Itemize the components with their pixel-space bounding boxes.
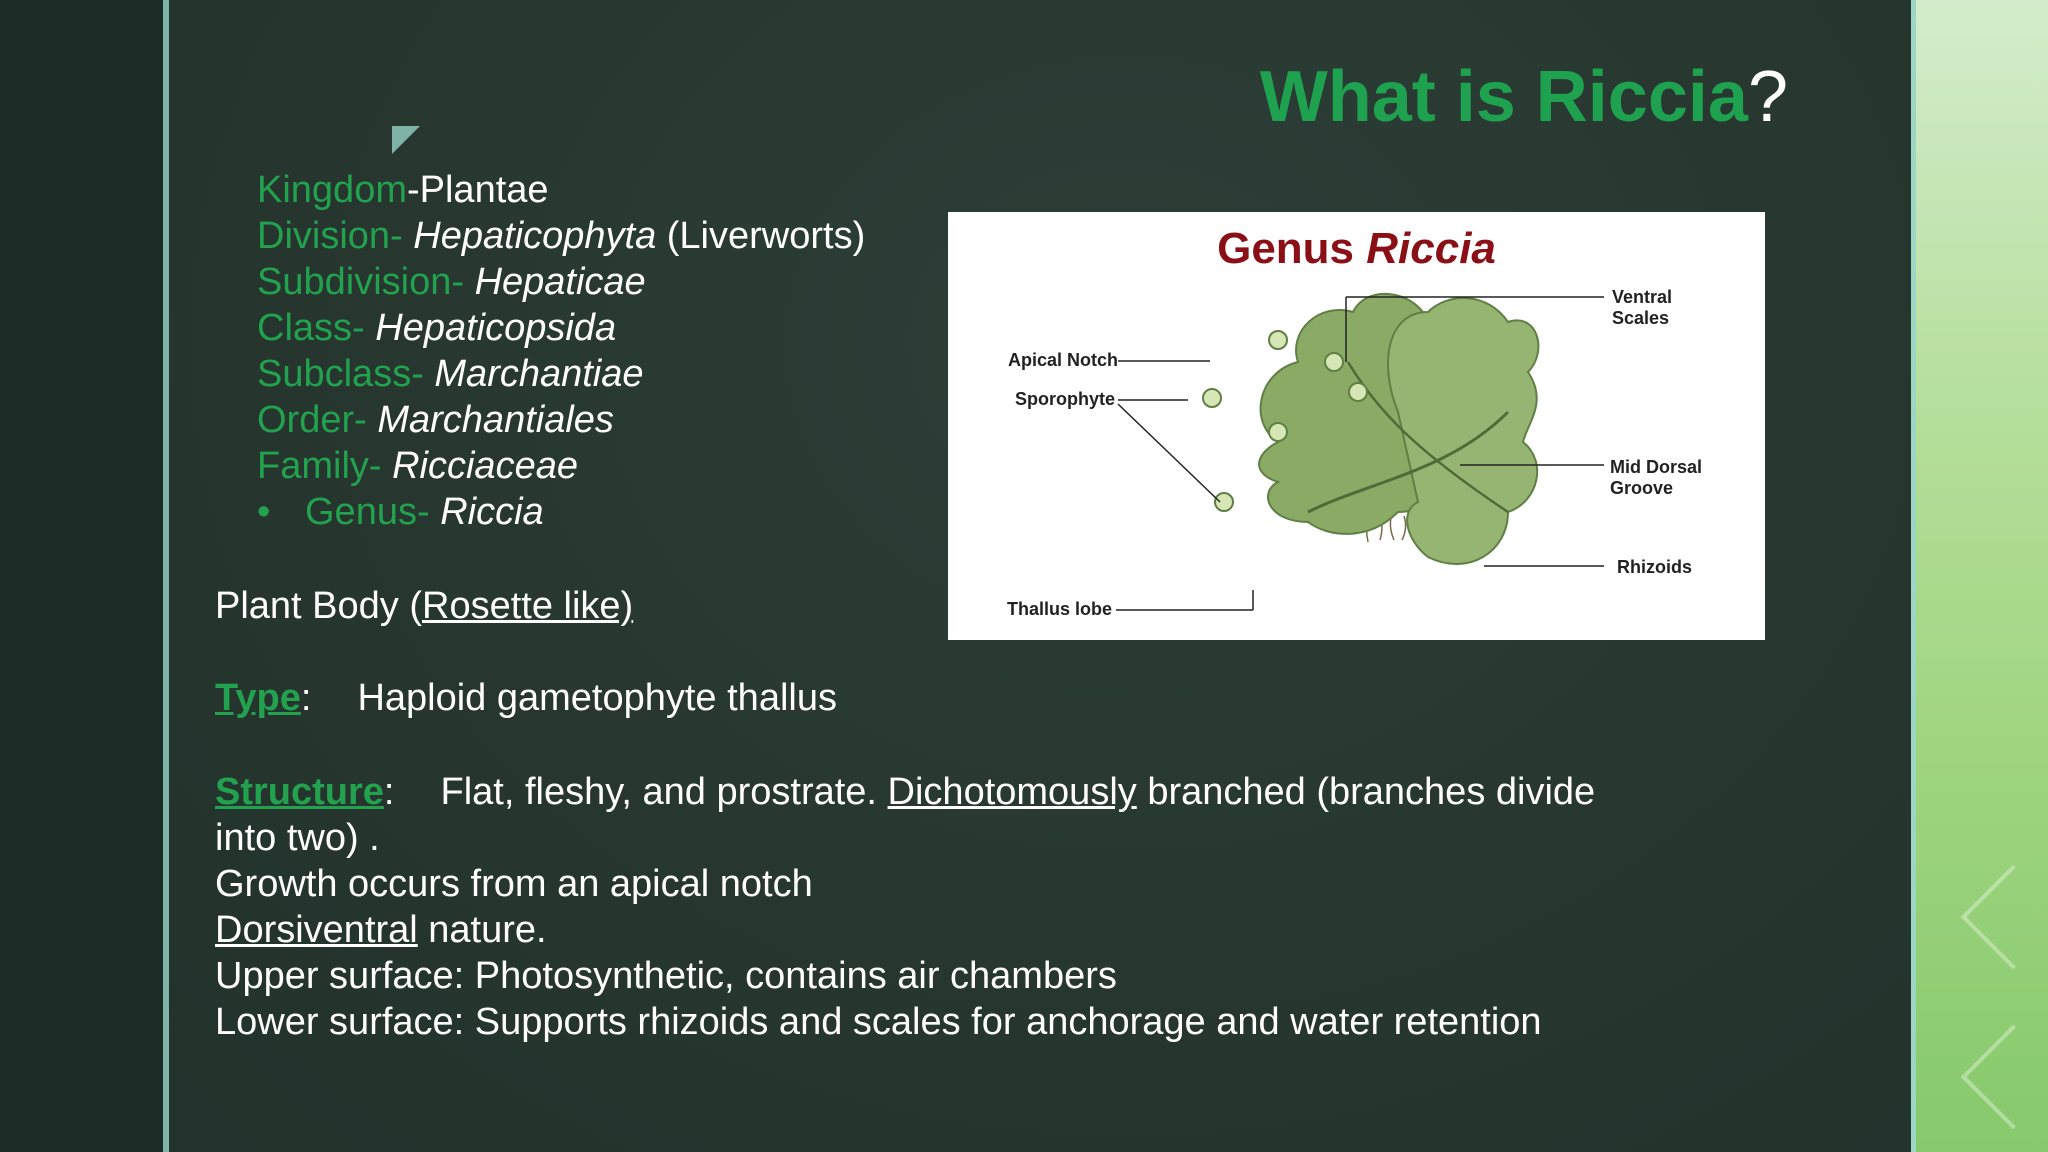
lower-surface-line: Lower surface: Supports rhizoids and sca… [215, 1001, 1542, 1043]
taxonomy-value: Hepaticae [474, 261, 646, 303]
taxonomy-extra: (Liverworts) [656, 215, 866, 257]
label-ventral-line2: Scales [1612, 308, 1670, 328]
type-value: Haploid gametophyte thallus [357, 677, 837, 719]
taxonomy-value: Hepaticopsida [375, 307, 617, 349]
taxonomy-value: Marchantiales [377, 399, 614, 441]
taxonomy-kingdom: Kingdom-Plantae [257, 167, 865, 213]
taxonomy-order: Order- Marchantiales [257, 397, 865, 443]
right-decorative-band [1916, 0, 2048, 1152]
label-rhizoids: Rhizoids [1617, 557, 1692, 577]
taxonomy-subclass: Subclass- Marchantiae [257, 351, 865, 397]
left-decorative-band [0, 0, 163, 1152]
structure-label: Structure [215, 771, 384, 813]
dorsiventral-line: Dorsiventral nature. [215, 907, 1655, 953]
taxonomy-key: Subclass- [257, 353, 424, 395]
riccia-diagram: Genus Riccia Apical Notch Sporophyte Tha… [948, 212, 1765, 640]
type-line: Type: Haploid gametophyte thallus [215, 677, 837, 720]
type-label: Type [215, 677, 301, 719]
structure-dichotomously: Dichotomously [887, 771, 1137, 813]
taxonomy-key: Family- [257, 445, 382, 487]
label-sporophyte: Sporophyte [1015, 389, 1116, 409]
taxonomy-key: Division- [257, 215, 403, 257]
structure-text: Flat, fleshy, and prostrate. [440, 771, 877, 813]
taxonomy-key: Kingdom [257, 169, 407, 211]
structure-text-cont: branched (branches divide [1136, 771, 1596, 813]
label-ventral-scales: Ventral Scales [1612, 287, 1672, 329]
plant-body-heading: Plant Body (Rosette like) [215, 585, 633, 628]
taxonomy-key: Class- [257, 307, 365, 349]
plant-body-rosette: Rosette like) [422, 585, 634, 627]
chevron-decoration [1960, 864, 2048, 970]
taxonomy-division: Division- Hepaticophyta (Liverworts) [257, 213, 865, 259]
taxonomy-value: Riccia [440, 491, 544, 533]
title-main: What is Riccia [1259, 57, 1748, 137]
growth-line: Growth occurs from an apical notch [215, 863, 813, 905]
taxonomy-sep: - [406, 169, 420, 211]
bullet-icon: • [257, 491, 271, 533]
structure-colon: : [383, 771, 395, 813]
taxonomy-key: Subdivision- [257, 261, 464, 303]
upper-surface-line: Upper surface: Photosynthetic, contains … [215, 955, 1117, 997]
thallus-lobe-right [1387, 297, 1540, 566]
plant-body-prefix: Plant Body ( [215, 585, 422, 627]
taxonomy-family: Family- Ricciaceae [257, 443, 865, 489]
type-colon: : [300, 677, 312, 719]
taxonomy-value: Marchantiae [434, 353, 644, 395]
taxonomy-value: Plantae [419, 169, 549, 211]
taxonomy-subdivision: Subdivision- Hepaticae [257, 259, 865, 305]
label-mid-dorsal-line2: Groove [1610, 478, 1674, 498]
taxonomy-key: Order- [257, 399, 367, 441]
corner-triangle-icon [392, 126, 420, 154]
taxonomy-value: Hepaticophyta [413, 215, 657, 257]
structure-line: Structure: Flat, fleshy, and prostrate. D… [215, 769, 1655, 815]
label-mid-dorsal-line1: Mid Dorsal [1610, 457, 1703, 477]
taxonomy-list: Kingdom-Plantae Division- Hepaticophyta … [257, 167, 865, 535]
slide-title: What is Riccia? [1260, 56, 1788, 138]
chevron-decoration [1960, 1024, 2048, 1130]
label-mid-dorsal-groove: Mid Dorsal Groove [1610, 457, 1702, 499]
label-apical-notch: Apical Notch [1008, 350, 1119, 370]
taxonomy-class: Class- Hepaticopsida [257, 305, 865, 351]
taxonomy-key: Genus- [305, 491, 430, 533]
label-thallus-lobe: Thallus lobe [1007, 599, 1113, 619]
taxonomy-value: Ricciaceae [392, 445, 578, 487]
dorsiventral-word: Dorsiventral [215, 909, 418, 951]
title-question-mark: ? [1747, 57, 1788, 137]
dorsiventral-rest: nature. [417, 909, 547, 951]
structure-line-2: into two) . [215, 817, 380, 859]
structure-block: Structure: Flat, fleshy, and prostrate. D… [215, 769, 1655, 1045]
taxonomy-genus: • Genus- Riccia [257, 489, 865, 535]
label-ventral-line1: Ventral [1612, 287, 1673, 307]
